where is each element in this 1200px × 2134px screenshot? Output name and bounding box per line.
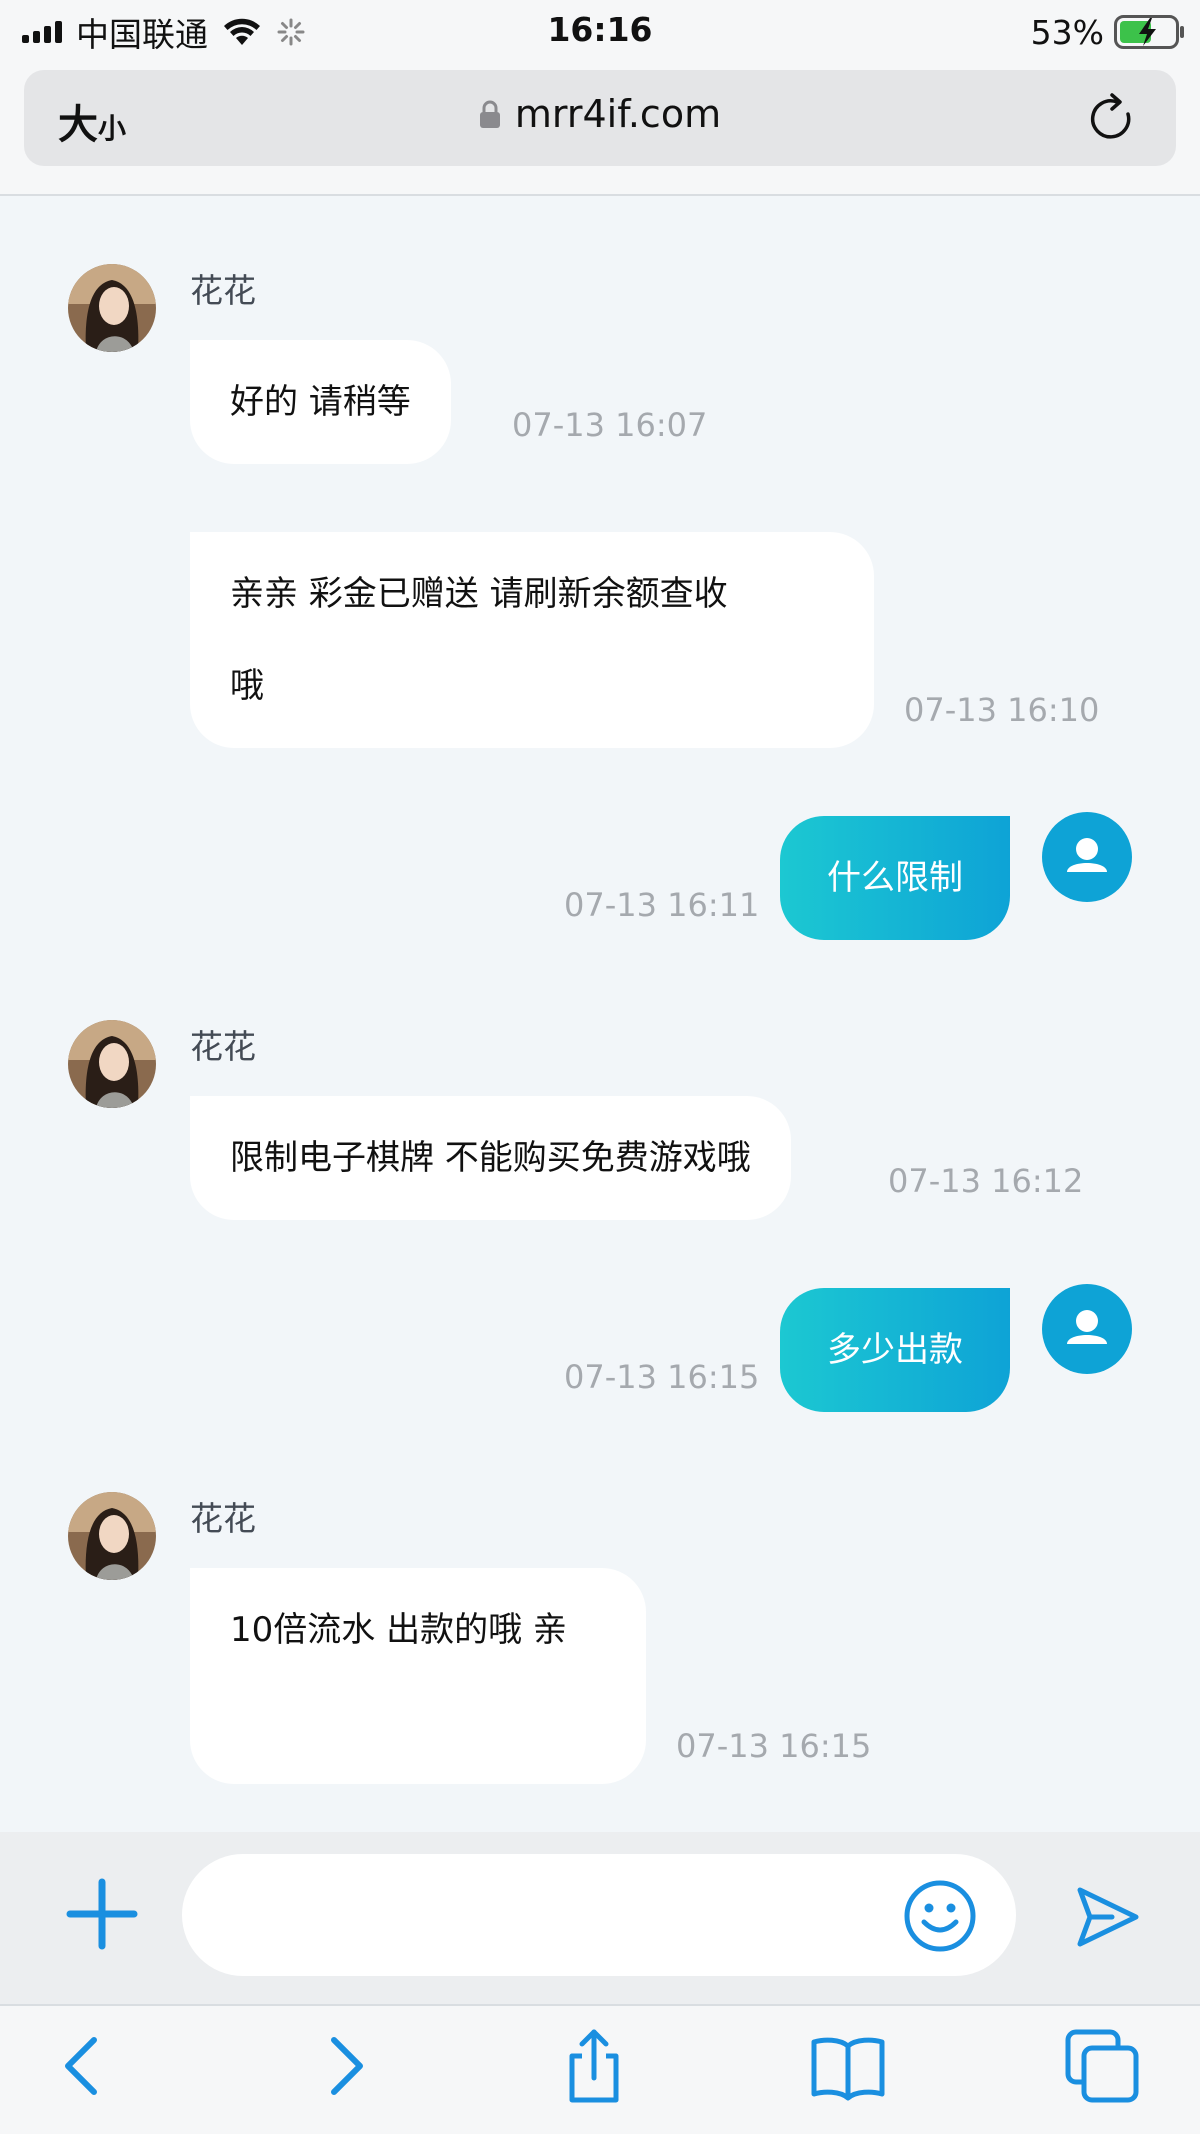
message-time: 07-13 16:12 — [888, 1162, 1084, 1200]
message-input-bar — [0, 1832, 1200, 2004]
lock-icon — [479, 100, 500, 128]
url-display[interactable]: mrr4if.com — [24, 92, 1176, 136]
sender-name: 花花 — [190, 1027, 256, 1066]
tabs-icon[interactable] — [1062, 2026, 1142, 2106]
browser-toolbar — [0, 2004, 1200, 2134]
battery-charging-icon — [1114, 15, 1184, 49]
message-bubble[interactable]: 好的 请稍等 — [190, 340, 451, 464]
url-text: mrr4if.com — [514, 92, 722, 136]
plus-icon[interactable] — [62, 1874, 142, 1954]
smiley-icon[interactable] — [902, 1878, 978, 1954]
message-bubble[interactable]: 亲亲 彩金已赠送 请刷新余额查收 哦 — [190, 532, 874, 748]
status-bar: 中国联通 16:16 53% — [0, 0, 1200, 62]
address-bar[interactable]: 大小 mrr4if.com — [24, 70, 1176, 166]
clock: 16:16 — [547, 10, 653, 49]
message-bubble[interactable]: 10倍流水 出款的哦 亲 — [190, 1568, 646, 1784]
message-time: 07-13 16:15 — [676, 1727, 872, 1765]
browser-address-area: 大小 mrr4if.com — [0, 62, 1200, 196]
sender-name: 花花 — [190, 271, 256, 310]
book-icon[interactable] — [808, 2026, 888, 2106]
chat-messages[interactable]: 花花 好的 请稍等 07-13 16:07 亲亲 彩金已赠送 请刷新余额查收 哦… — [0, 196, 1200, 1832]
message-bubble[interactable]: 限制电子棋牌 不能购买免费游戏哦 — [190, 1096, 791, 1220]
message-bubble[interactable]: 多少出款 — [780, 1288, 1010, 1412]
message-time: 07-13 16:10 — [904, 691, 1100, 729]
share-icon[interactable] — [554, 2026, 634, 2106]
message-line: 哦 — [230, 666, 264, 706]
message-time: 07-13 16:07 — [512, 406, 708, 444]
send-icon[interactable] — [1072, 1882, 1142, 1952]
user-avatar[interactable] — [1042, 1284, 1132, 1374]
agent-avatar[interactable] — [68, 1020, 156, 1108]
message-line: 10倍流水 出款的哦 亲 — [230, 1610, 567, 1650]
agent-avatar[interactable] — [68, 1492, 156, 1580]
message-input[interactable] — [182, 1854, 1016, 1976]
message-time: 07-13 16:11 — [564, 886, 760, 924]
message-bubble[interactable]: 什么限制 — [780, 816, 1010, 940]
message-line: 亲亲 彩金已赠送 请刷新余额查收 — [230, 574, 728, 614]
chevron-left-icon[interactable] — [44, 2026, 124, 2106]
chevron-right-icon[interactable] — [304, 2026, 384, 2106]
status-right: 53% — [1031, 12, 1186, 52]
reload-icon[interactable] — [1084, 90, 1140, 146]
battery-percent: 53% — [1030, 12, 1104, 52]
user-avatar[interactable] — [1042, 812, 1132, 902]
user-icon — [1067, 838, 1107, 872]
sender-name: 花花 — [190, 1499, 256, 1538]
agent-avatar[interactable] — [68, 264, 156, 352]
message-time: 07-13 16:15 — [564, 1358, 760, 1396]
user-icon — [1067, 1310, 1107, 1344]
